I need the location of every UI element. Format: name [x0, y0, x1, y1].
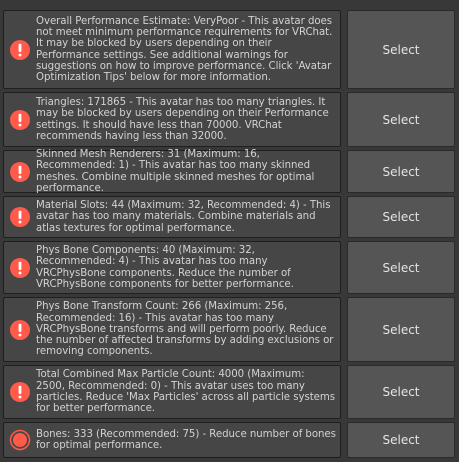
list-item: Phys Bone Transform Count: 266 (Maximum:…	[3, 297, 455, 362]
select-button[interactable]: Select	[347, 10, 455, 89]
warning-text: Bones: 333 (Recommended: 75) - Reduce nu…	[36, 428, 336, 451]
warning-text: Material Slots: 44 (Maximum: 32, Recomme…	[36, 200, 331, 234]
warning-message-box: Bones: 333 (Recommended: 75) - Reduce nu…	[3, 422, 341, 458]
list-item: Triangles: 171865 - This avatar has too …	[3, 92, 455, 147]
warning-text: Triangles: 171865 - This avatar has too …	[36, 96, 329, 142]
warning-text: Phys Bone Components: 40 (Maximum: 32, R…	[36, 244, 294, 290]
warning-message-box: Phys Bone Transform Count: 266 (Maximum:…	[3, 297, 341, 362]
list-item: Skinned Mesh Renderers: 31 (Maximum: 16,…	[3, 148, 455, 194]
select-button[interactable]: Select	[347, 241, 455, 294]
warning-message-box: Material Slots: 44 (Maximum: 32, Recomme…	[3, 196, 341, 238]
list-item: Phys Bone Components: 40 (Maximum: 32, R…	[3, 241, 455, 294]
list-item: Bones: 333 (Recommended: 75) - Reduce nu…	[3, 422, 455, 458]
warning-text: Skinned Mesh Renderers: 31 (Maximum: 16,…	[36, 148, 315, 194]
list-item: Total Combined Max Particle Count: 4000 …	[3, 365, 455, 419]
warning-message-box: Triangles: 171865 - This avatar has too …	[3, 92, 341, 147]
error-icon	[4, 381, 36, 403]
error-icon	[4, 161, 36, 183]
select-button[interactable]: Select	[347, 422, 455, 458]
error-icon	[4, 206, 36, 228]
error-icon	[4, 109, 36, 131]
select-button[interactable]: Select	[347, 196, 455, 238]
warning-text: Overall Performance Estimate: VeryPoor -…	[36, 15, 333, 84]
select-button[interactable]: Select	[347, 150, 455, 193]
warning-message-box: Overall Performance Estimate: VeryPoor -…	[3, 10, 341, 89]
select-button[interactable]: Select	[347, 297, 455, 362]
list-item: Material Slots: 44 (Maximum: 32, Recomme…	[3, 196, 455, 238]
select-button[interactable]: Select	[347, 365, 455, 419]
error-icon	[4, 257, 36, 279]
error-circle-icon	[4, 429, 36, 451]
warning-message-box: Phys Bone Components: 40 (Maximum: 32, R…	[3, 241, 341, 294]
warning-text: Phys Bone Transform Count: 266 (Maximum:…	[36, 301, 334, 358]
warning-message-box: Skinned Mesh Renderers: 31 (Maximum: 16,…	[3, 148, 341, 194]
error-icon	[4, 319, 36, 341]
warning-message-box: Total Combined Max Particle Count: 4000 …	[3, 365, 341, 419]
error-icon	[4, 39, 36, 61]
warning-text: Total Combined Max Particle Count: 4000 …	[36, 369, 335, 415]
select-button[interactable]: Select	[347, 92, 455, 147]
list-item: Overall Performance Estimate: VeryPoor -…	[3, 10, 455, 89]
